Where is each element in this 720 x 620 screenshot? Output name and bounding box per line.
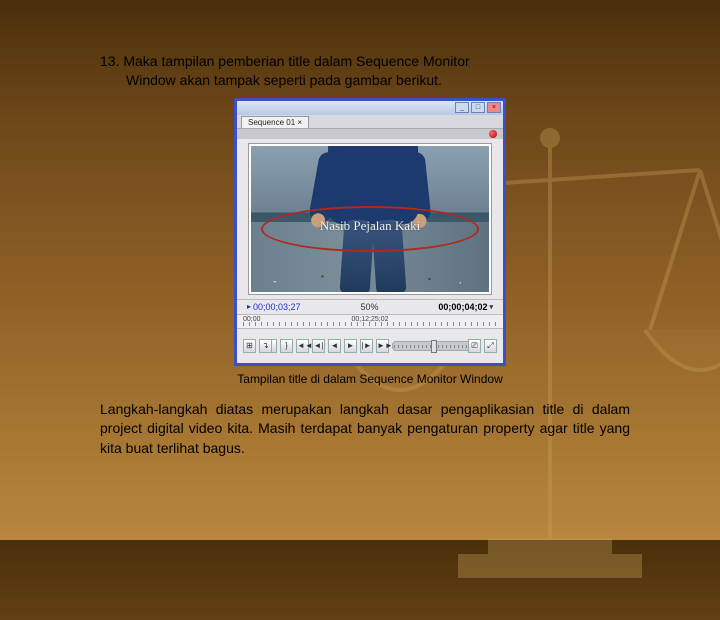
step-text: 13. Maka tampilan pemberian title dalam … bbox=[100, 52, 640, 90]
fast-forward-button[interactable]: ►► bbox=[376, 339, 389, 353]
tab-row: Sequence 01 × bbox=[237, 115, 503, 129]
time-ruler[interactable]: 00;00 00;12;25;02 bbox=[237, 315, 503, 329]
minimize-button[interactable]: _ bbox=[455, 102, 469, 113]
jog-wheel[interactable] bbox=[392, 341, 476, 351]
timecode-bar: 00;00;03;27 50% 00;00;04;02 bbox=[237, 299, 503, 315]
maximize-button[interactable]: □ bbox=[471, 102, 485, 113]
set-out-button[interactable]: ↴ bbox=[259, 339, 272, 353]
step-forward-button[interactable]: |► bbox=[360, 339, 373, 353]
slide-content: 13. Maka tampilan pemberian title dalam … bbox=[0, 0, 720, 459]
closing-paragraph: Langkah-langkah diatas merupakan langkah… bbox=[100, 400, 640, 459]
step-back-button[interactable]: ◄| bbox=[312, 339, 325, 353]
video-preview: Nasib Pejalan Kaki bbox=[251, 146, 489, 292]
sequence-monitor-figure: _ □ × Sequence 01 × bbox=[234, 98, 506, 366]
video-preview-frame: Nasib Pejalan Kaki bbox=[248, 143, 492, 295]
set-in-button[interactable]: ⊞ bbox=[243, 339, 256, 353]
rewind-button[interactable]: ◄◄ bbox=[296, 339, 309, 353]
duration-timecode[interactable]: 00;00;04;02 bbox=[438, 302, 493, 312]
sequence-monitor-window: _ □ × Sequence 01 × bbox=[237, 101, 503, 363]
safe-margins-button[interactable]: ⤢ bbox=[484, 339, 497, 353]
record-bar bbox=[237, 129, 503, 139]
playback-controls: ⊞ ↴ { } ◄◄ ◄| ◄ ► |► ►► ⎚ ⤢ bbox=[237, 329, 503, 363]
play-button[interactable]: ► bbox=[344, 339, 357, 353]
zoom-level[interactable]: 50% bbox=[360, 302, 378, 312]
close-button[interactable]: × bbox=[487, 102, 501, 113]
record-icon bbox=[489, 130, 497, 138]
step-line2: Window akan tampak seperti pada gambar b… bbox=[100, 71, 640, 90]
sequence-tab[interactable]: Sequence 01 × bbox=[241, 116, 309, 128]
window-titlebar: _ □ × bbox=[237, 101, 503, 115]
loop-button[interactable]: ⎚ bbox=[468, 339, 481, 353]
figure-caption: Tampilan title di dalam Sequence Monitor… bbox=[100, 372, 640, 386]
step-line1: 13. Maka tampilan pemberian title dalam … bbox=[100, 53, 470, 69]
video-title-overlay: Nasib Pejalan Kaki bbox=[320, 218, 420, 234]
goto-out-button[interactable]: } bbox=[280, 339, 293, 353]
play-reverse-button[interactable]: ◄ bbox=[328, 339, 341, 353]
current-timecode[interactable]: 00;00;03;27 bbox=[247, 302, 301, 312]
